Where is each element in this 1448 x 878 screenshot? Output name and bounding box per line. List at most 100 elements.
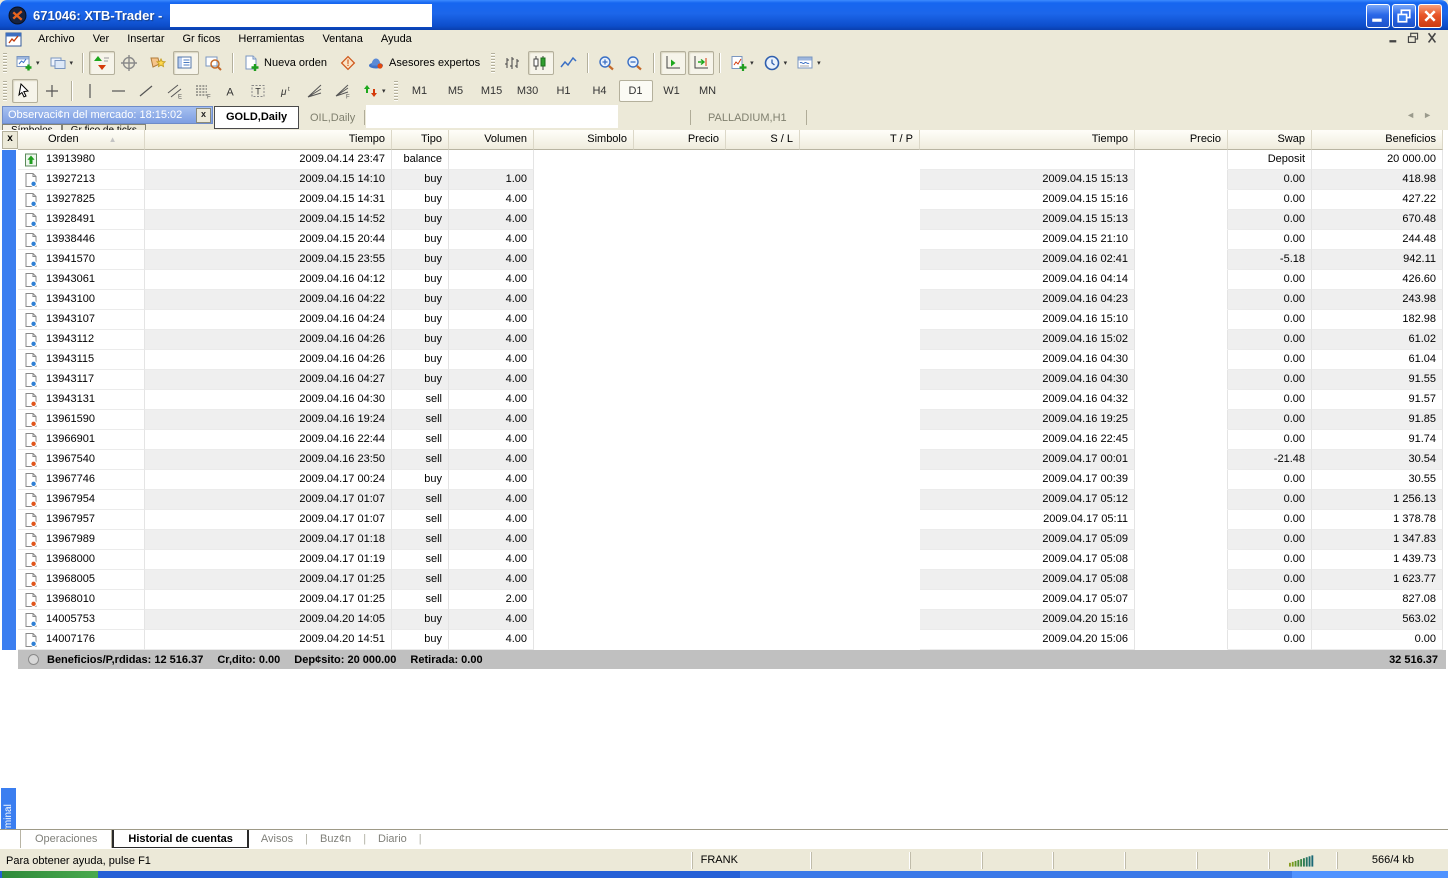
history-row[interactable]: 139669012009.04.16 22:44sell4.002009.04.… (18, 430, 1443, 450)
templates-button[interactable]: ▾ (793, 51, 825, 75)
history-row[interactable]: 139430612009.04.16 04:12buy4.002009.04.1… (18, 270, 1443, 290)
column-header-3[interactable]: Volumen (449, 130, 534, 150)
history-row[interactable]: 139384462009.04.15 20:44buy4.002009.04.1… (18, 230, 1443, 250)
close-button[interactable] (1418, 4, 1442, 28)
market-watch-tab-symbols[interactable]: Símbolos (2, 124, 62, 130)
vertical-line-button[interactable] (78, 79, 104, 103)
history-row[interactable]: 139431122009.04.16 04:26buy4.002009.04.1… (18, 330, 1443, 350)
history-row[interactable]: 139680052009.04.17 01:25sell4.002009.04.… (18, 570, 1443, 590)
column-header-8[interactable]: Tiempo (920, 130, 1135, 150)
column-header-2[interactable]: Tipo (392, 130, 449, 150)
toolbar-grip[interactable] (3, 81, 7, 101)
chart-tab-palladium[interactable]: PALLADIUM,H1 (700, 108, 795, 128)
data-window-button[interactable] (117, 51, 143, 75)
arrows-tool-button[interactable]: ▾ (358, 79, 390, 103)
history-row[interactable]: 139615902009.04.16 19:24sell4.002009.04.… (18, 410, 1443, 430)
channel-button[interactable]: E (162, 79, 188, 103)
gann-fan-button[interactable] (302, 79, 328, 103)
timeframe-m30[interactable]: M30 (511, 80, 545, 102)
indicators-button[interactable]: ▾ (726, 51, 758, 75)
text-button[interactable]: A (218, 79, 244, 103)
timeframe-m15[interactable]: M15 (475, 80, 509, 102)
history-row[interactable]: 139680102009.04.17 01:25sell2.002009.04.… (18, 590, 1443, 610)
chart-bars-button[interactable] (500, 51, 526, 75)
menu-ver[interactable]: Ver (84, 32, 119, 46)
timeframe-h4[interactable]: H4 (583, 80, 617, 102)
chart-candles-button[interactable] (528, 51, 554, 75)
market-watch-title-bar[interactable]: Observaci¢n del mercado: 18:15:02 x (2, 106, 213, 124)
column-header-10[interactable]: Swap (1228, 130, 1312, 150)
timeframe-m1[interactable]: M1 (403, 80, 437, 102)
history-row[interactable]: 140057532009.04.20 14:05buy4.002009.04.2… (18, 610, 1443, 630)
column-header-9[interactable]: Precio (1135, 130, 1228, 150)
mdi-close-button[interactable] (1424, 31, 1440, 45)
periods-button[interactable]: ▾ (760, 51, 792, 75)
market-watch-close-icon[interactable]: x (196, 108, 211, 123)
column-header-5[interactable]: Precio (634, 130, 726, 150)
menu-insertar[interactable]: Insertar (118, 32, 173, 46)
panel-close-icon[interactable]: x (2, 131, 18, 149)
strategy-tester-button[interactable] (201, 51, 227, 75)
tab-scroll-arrows[interactable]: ◄► (1406, 110, 1440, 120)
history-row[interactable]: 139139802009.04.14 23:47balanceDeposit20… (18, 150, 1443, 170)
chart-line-button[interactable] (556, 51, 582, 75)
history-row[interactable]: 140071762009.04.20 14:51buy4.002009.04.2… (18, 630, 1443, 650)
history-row[interactable]: 139431152009.04.16 04:26buy4.002009.04.1… (18, 350, 1443, 370)
bottom-tab-operaciones[interactable]: Operaciones (20, 830, 112, 849)
new-order-button[interactable]: Nueva orden (239, 51, 334, 75)
new-chart-button[interactable]: ▾ (12, 51, 44, 75)
navigator-button[interactable] (145, 51, 171, 75)
chart-tab-oil[interactable]: OIL,Daily (302, 108, 363, 128)
toolbar-grip[interactable] (394, 81, 398, 101)
timeframe-m5[interactable]: M5 (439, 80, 473, 102)
restore-button[interactable] (1392, 4, 1416, 28)
scroll-right-icon[interactable]: ► (1423, 110, 1440, 120)
timeframe-h1[interactable]: H1 (547, 80, 581, 102)
horizontal-line-button[interactable] (106, 79, 132, 103)
menu-herramientas[interactable]: Herramientas (229, 32, 313, 46)
history-row[interactable]: 139680002009.04.17 01:19sell4.002009.04.… (18, 550, 1443, 570)
alert-button[interactable]: ! (336, 51, 362, 75)
menu-ventana[interactable]: Ventana (313, 32, 371, 46)
scroll-left-icon[interactable]: ◄ (1406, 110, 1423, 120)
mdi-minimize-button[interactable] (1386, 31, 1402, 45)
zoom-out-button[interactable] (622, 51, 648, 75)
menu-grficos[interactable]: Gr ficos (174, 32, 230, 46)
column-header-0[interactable]: Orden▲ (18, 130, 145, 150)
history-row[interactable]: 139278252009.04.15 14:31buy4.002009.04.1… (18, 190, 1443, 210)
bottom-tab-avisos[interactable]: Avisos (249, 830, 305, 849)
toolbar-grip[interactable] (3, 53, 7, 73)
menu-archivo[interactable]: Archivo (29, 32, 84, 46)
mdi-restore-button[interactable] (1405, 31, 1421, 45)
column-header-7[interactable]: T / P (800, 130, 920, 150)
bottom-tab-buzn[interactable]: Buz¢n (308, 830, 363, 849)
history-row[interactable]: 139415702009.04.15 23:55buy4.002009.04.1… (18, 250, 1443, 270)
timeframe-mn[interactable]: MN (691, 80, 725, 102)
history-row[interactable]: 139679892009.04.17 01:18sell4.002009.04.… (18, 530, 1443, 550)
fibonacci-button[interactable]: F (190, 79, 216, 103)
profiles-button[interactable]: ▾ (46, 51, 78, 75)
column-header-11[interactable]: Beneficios (1312, 130, 1443, 150)
column-header-1[interactable]: Tiempo (145, 130, 392, 150)
terminal-button[interactable] (173, 51, 199, 75)
chart-tab-gold[interactable]: GOLD,Daily (214, 106, 299, 129)
menu-ayuda[interactable]: Ayuda (372, 32, 421, 46)
zoom-in-button[interactable] (594, 51, 620, 75)
column-header-6[interactable]: S / L (726, 130, 800, 150)
toolbar-grip[interactable] (491, 53, 495, 73)
timeframe-w1[interactable]: W1 (655, 80, 689, 102)
auto-scroll-button[interactable] (660, 51, 686, 75)
market-watch-tab-ticks[interactable]: Gr fico de ticks (62, 124, 146, 130)
history-row[interactable]: 139431002009.04.16 04:22buy4.002009.04.1… (18, 290, 1443, 310)
minimize-button[interactable] (1366, 4, 1390, 28)
chart-shift-button[interactable] (688, 51, 714, 75)
history-row[interactable]: 139677462009.04.17 00:24buy4.002009.04.1… (18, 470, 1443, 490)
timeframe-d1[interactable]: D1 (619, 80, 653, 102)
text-label-button[interactable]: T (246, 79, 272, 103)
column-header-4[interactable]: Simbolo (534, 130, 634, 150)
cycle-lines-button[interactable]: μt (274, 79, 300, 103)
bottom-tab-historialdecuentas[interactable]: Historial de cuentas (112, 830, 249, 849)
history-row[interactable]: 139431072009.04.16 04:24buy4.002009.04.1… (18, 310, 1443, 330)
history-row[interactable]: 139679542009.04.17 01:07sell4.002009.04.… (18, 490, 1443, 510)
history-row[interactable]: 139679572009.04.17 01:07sell4.002009.04.… (18, 510, 1443, 530)
